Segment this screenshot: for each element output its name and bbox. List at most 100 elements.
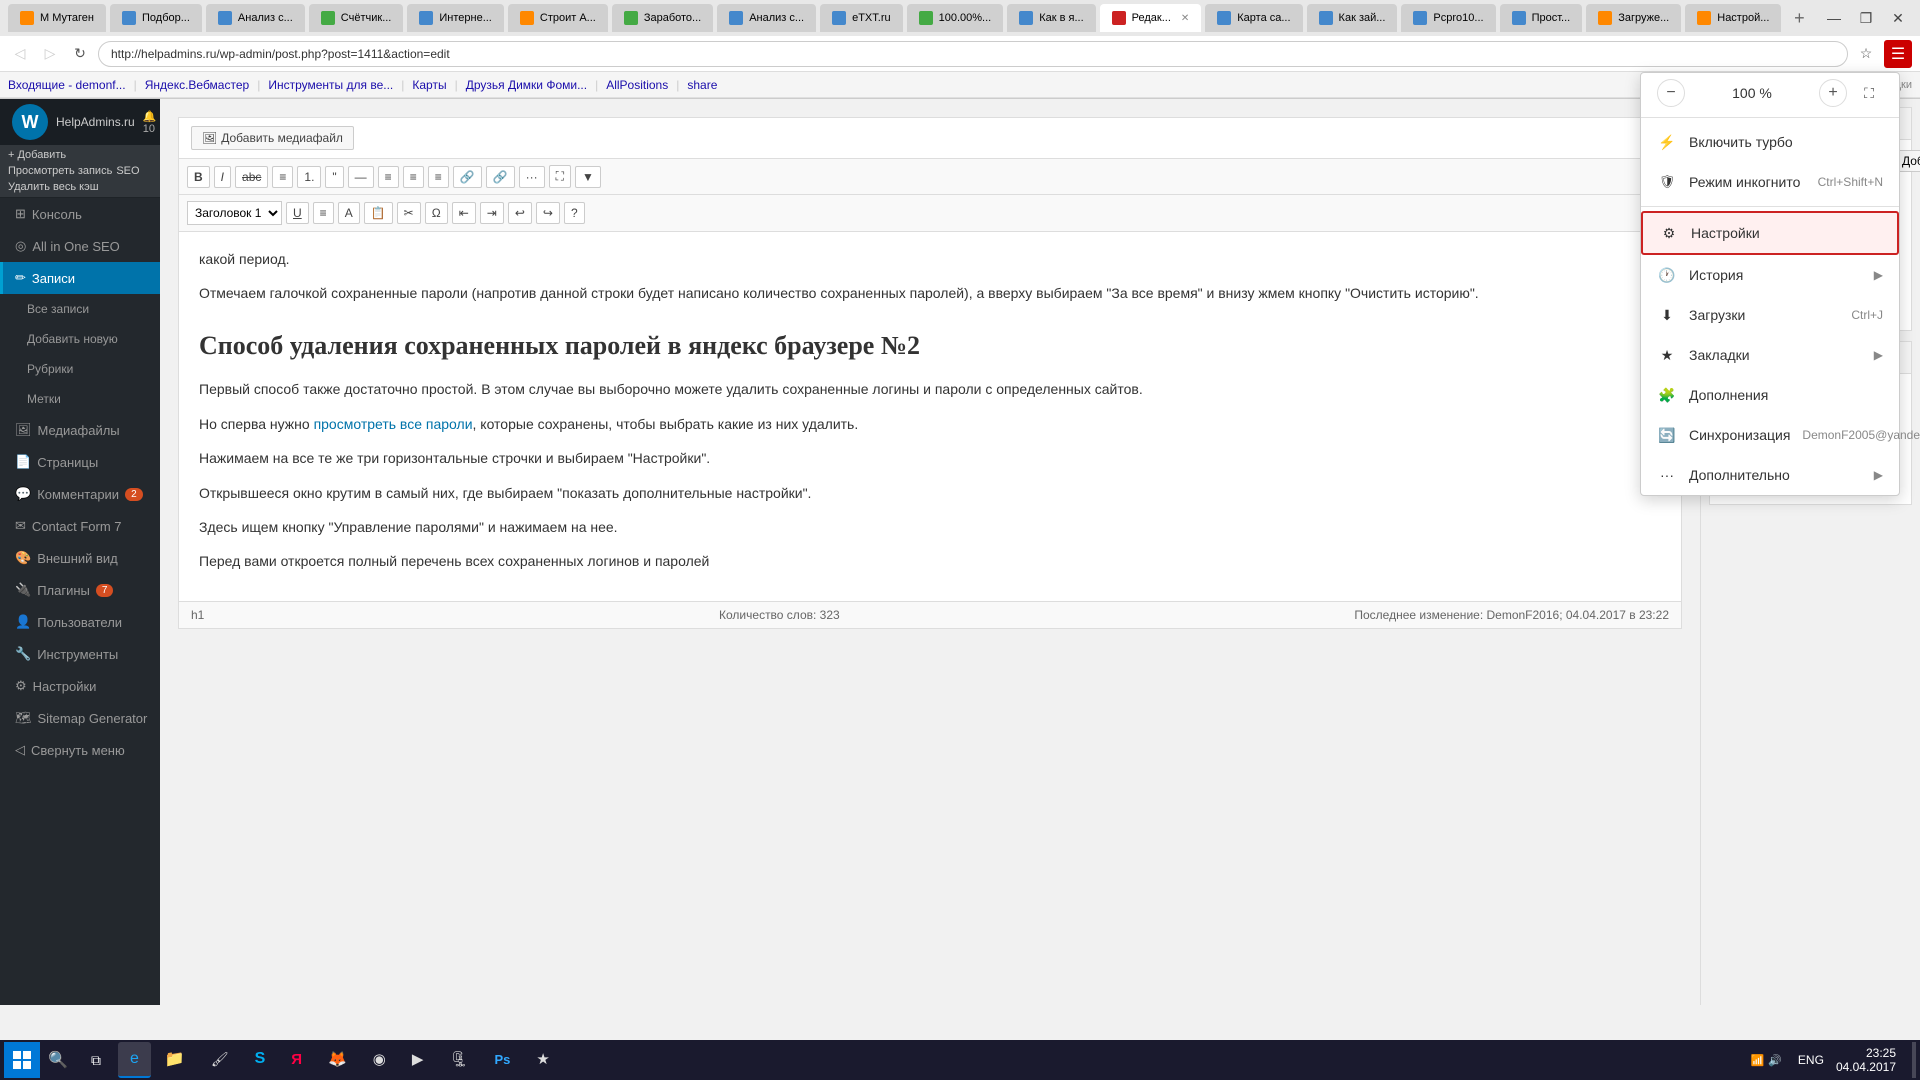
bookmark-share[interactable]: share bbox=[687, 78, 717, 92]
tab-100[interactable]: 100.00%... bbox=[907, 4, 1004, 32]
clear-format-button[interactable]: ✂ bbox=[397, 202, 421, 224]
tab-stroit[interactable]: Строит А... bbox=[508, 4, 608, 32]
toolbar-cache[interactable]: Удалить весь кэш bbox=[8, 181, 99, 193]
show-desktop-button[interactable] bbox=[1912, 1042, 1916, 1078]
sidebar-item-posts[interactable]: ✏ Записи bbox=[0, 262, 160, 294]
bookmark-maps[interactable]: Карты bbox=[412, 78, 446, 92]
bookmark-inbox[interactable]: Входящие - demonf... bbox=[8, 78, 126, 92]
taskbar-archive[interactable]: 🗜 bbox=[437, 1042, 480, 1078]
strikethrough-button[interactable]: abc bbox=[235, 166, 268, 188]
italic-button[interactable]: I bbox=[214, 166, 231, 188]
close-button[interactable]: ✕ bbox=[1884, 4, 1912, 32]
add-media-button[interactable]: 🖼 Добавить медиафайл bbox=[191, 126, 354, 150]
taskbar-app-extra[interactable]: ★ bbox=[524, 1042, 561, 1078]
outdent-button[interactable]: ⇤ bbox=[452, 202, 476, 224]
unlink-button[interactable]: 🔗 bbox=[486, 166, 515, 188]
taskbar-explorer[interactable]: 📁 bbox=[153, 1042, 197, 1078]
justify-button[interactable]: ≡ bbox=[313, 202, 334, 224]
sidebar-item-all-posts[interactable]: Все записи bbox=[0, 294, 160, 324]
fullscreen-button[interactable]: ⛶ bbox=[549, 165, 571, 188]
tab-kak1[interactable]: Как в я... bbox=[1007, 4, 1095, 32]
sidebar-item-pages[interactable]: 📄 Страницы bbox=[0, 446, 160, 478]
toolbar-seo[interactable]: SEO bbox=[116, 165, 139, 177]
menu-item-addons[interactable]: 🧩 Дополнения bbox=[1641, 375, 1899, 415]
menu-item-turbo[interactable]: ⚡ Включить турбо bbox=[1641, 122, 1899, 162]
tab-analiz1[interactable]: Анализ с... bbox=[206, 4, 305, 32]
restore-button[interactable]: ❐ bbox=[1852, 4, 1880, 32]
sidebar-item-add-post[interactable]: Добавить новую bbox=[0, 324, 160, 354]
toolbar-toggle-button[interactable]: ▼ bbox=[575, 166, 601, 188]
taskbar-media[interactable]: ▶ bbox=[400, 1042, 436, 1078]
sidebar-item-rubrics[interactable]: Рубрики bbox=[0, 354, 160, 384]
reload-button[interactable]: ↻ bbox=[68, 42, 92, 66]
redo-button[interactable]: ↪ bbox=[536, 202, 560, 224]
tab-zagruz[interactable]: Загруже... bbox=[1586, 4, 1681, 32]
tab-karta[interactable]: Карта са... bbox=[1205, 4, 1302, 32]
sidebar-item-tags[interactable]: Метки bbox=[0, 384, 160, 414]
taskbar-skype[interactable]: S bbox=[243, 1042, 278, 1078]
address-bar[interactable]: http://helpadmins.ru/wp-admin/post.php?p… bbox=[98, 41, 1848, 67]
sidebar-item-settings[interactable]: ⚙ Настройки bbox=[0, 670, 160, 702]
bookmark-star-icon[interactable]: ☆ bbox=[1854, 42, 1878, 66]
align-left-button[interactable]: ≡ bbox=[378, 166, 399, 188]
tab-podpor[interactable]: Подбор... bbox=[110, 4, 202, 32]
align-center-button[interactable]: ≡ bbox=[403, 166, 424, 188]
tab-pcpro[interactable]: Pcpro10... bbox=[1401, 4, 1495, 32]
bookmark-tools[interactable]: Инструменты для ве... bbox=[268, 78, 393, 92]
taskbar-paint[interactable]: 🖌 bbox=[199, 1042, 241, 1078]
tab-close-icon[interactable]: ✕ bbox=[1181, 13, 1189, 24]
editor-content[interactable]: какой период. Отмечаем галочкой сохранен… bbox=[179, 232, 1681, 601]
align-right-button[interactable]: ≡ bbox=[428, 166, 449, 188]
help-button[interactable]: ? bbox=[564, 202, 585, 224]
tab-kakzay[interactable]: Как зай... bbox=[1307, 4, 1398, 32]
start-button[interactable] bbox=[4, 1042, 40, 1078]
sidebar-item-allinone[interactable]: ◎ All in One SEO bbox=[0, 230, 160, 262]
new-tab-button[interactable]: + bbox=[1785, 4, 1813, 32]
menu-item-bookmarks[interactable]: ★ Закладки ▶ bbox=[1641, 335, 1899, 375]
taskbar-firefox[interactable]: 🦊 bbox=[316, 1042, 359, 1078]
taskbar-yandex[interactable]: Я bbox=[279, 1042, 314, 1078]
text-color-button[interactable]: A bbox=[338, 202, 360, 224]
toolbar-add[interactable]: + Добавить bbox=[8, 149, 66, 161]
blockquote-button[interactable]: " bbox=[325, 166, 343, 188]
fullscreen-button[interactable]: ⛶ bbox=[1855, 79, 1883, 107]
insert-readmore-button[interactable]: ··· bbox=[519, 166, 545, 188]
format-select[interactable]: Заголовок 1 Заголовок 2 Абзац bbox=[187, 201, 282, 225]
wp-site-link[interactable]: HelpAdmins.ru bbox=[56, 115, 135, 129]
menu-item-advanced[interactable]: ··· Дополнительно ▶ bbox=[1641, 455, 1899, 495]
zoom-out-button[interactable]: − bbox=[1657, 79, 1685, 107]
zoom-in-button[interactable]: + bbox=[1819, 79, 1847, 107]
tab-mutagen[interactable]: M Мутаген bbox=[8, 4, 106, 32]
ordered-list-button[interactable]: 1. bbox=[297, 166, 321, 188]
tab-etxt[interactable]: eTXT.ru bbox=[820, 4, 903, 32]
bookmark-webmaster[interactable]: Яндекс.Вебмастер bbox=[145, 78, 249, 92]
taskbar-chrome[interactable]: ◉ bbox=[361, 1042, 398, 1078]
task-view-button[interactable]: ⧉ bbox=[76, 1042, 116, 1078]
browser-menu-button[interactable]: ☰ bbox=[1884, 40, 1912, 68]
sidebar-item-collapse[interactable]: ◁ Свернуть меню bbox=[0, 734, 160, 766]
sidebar-item-plugins[interactable]: 🔌 Плагины 7 bbox=[0, 574, 160, 606]
language-indicator[interactable]: ENG bbox=[1794, 1053, 1828, 1067]
see-all-passwords-link[interactable]: просмотреть все пароли bbox=[314, 416, 473, 432]
sidebar-item-media[interactable]: 🖼 Медиафайлы bbox=[0, 414, 160, 446]
menu-item-sync[interactable]: 🔄 Синхронизация DemonF2005@yandex.ru bbox=[1641, 415, 1899, 455]
sidebar-item-comments[interactable]: 💬 Комментарии 2 bbox=[0, 478, 160, 510]
undo-button[interactable]: ↩ bbox=[508, 202, 532, 224]
tab-internet[interactable]: Интерне... bbox=[407, 4, 504, 32]
sidebar-item-appearance[interactable]: 🎨 Внешний вид bbox=[0, 542, 160, 574]
menu-item-incognito[interactable]: 🛡 Режим инкогнито Ctrl+Shift+N bbox=[1641, 162, 1899, 202]
sidebar-item-contact-form[interactable]: ✉ Contact Form 7 bbox=[0, 510, 160, 542]
tab-zarabot[interactable]: Заработо... bbox=[612, 4, 713, 32]
paste-text-button[interactable]: 📋 bbox=[364, 202, 393, 224]
sidebar-item-console[interactable]: ⊞ Консоль bbox=[0, 198, 160, 230]
sidebar-item-users[interactable]: 👤 Пользователи bbox=[0, 606, 160, 638]
sidebar-item-sitemap[interactable]: 🗺 Sitemap Generator bbox=[0, 702, 160, 734]
unordered-list-button[interactable]: ≡ bbox=[272, 166, 293, 188]
tab-nastroy[interactable]: Настрой... bbox=[1685, 4, 1781, 32]
bookmark-allpositions[interactable]: AllPositions bbox=[606, 78, 668, 92]
special-chars-button[interactable]: Ω bbox=[425, 202, 448, 224]
taskbar-search-button[interactable]: 🔍 bbox=[42, 1044, 74, 1076]
underline-button[interactable]: U bbox=[286, 202, 309, 224]
menu-item-history[interactable]: 🕐 История ▶ bbox=[1641, 255, 1899, 295]
forward-button[interactable]: ▷ bbox=[38, 42, 62, 66]
